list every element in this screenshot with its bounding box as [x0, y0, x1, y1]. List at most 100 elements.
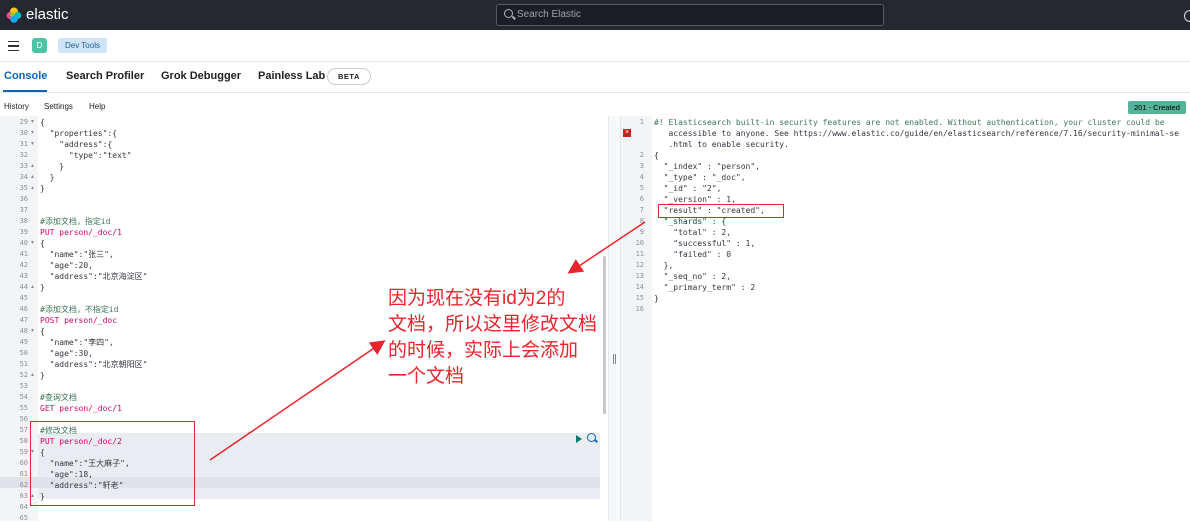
- code-line[interactable]: "name":"张三",: [40, 249, 114, 260]
- line-number: 56: [19, 415, 28, 423]
- code-line[interactable]: }: [40, 172, 55, 183]
- line-number: 45: [19, 294, 28, 302]
- line-number: 13: [635, 272, 644, 280]
- line-number: 63: [19, 492, 28, 500]
- response-line: },: [654, 261, 674, 270]
- status-badge: 201 - Created: [1128, 101, 1186, 114]
- fold-toggle-icon[interactable]: ▴: [31, 161, 34, 172]
- line-number: 65: [19, 514, 28, 522]
- response-line: "total" : 2,: [654, 228, 732, 237]
- code-line[interactable]: }: [40, 370, 45, 381]
- line-number: 10: [635, 239, 644, 247]
- code-line[interactable]: }: [40, 161, 64, 172]
- line-number: 2: [639, 151, 644, 159]
- response-line: .html to enable security.: [654, 140, 789, 149]
- space-avatar[interactable]: D: [32, 38, 47, 53]
- line-number: 53: [19, 382, 28, 390]
- line-number: 35: [19, 184, 28, 192]
- code-line[interactable]: "properties":{: [40, 128, 117, 139]
- line-number: 40: [19, 239, 28, 247]
- line-number: 36: [19, 195, 28, 203]
- menu-icon[interactable]: [8, 41, 19, 51]
- response-line: "_index" : "person",: [654, 162, 760, 171]
- line-number: 34: [19, 173, 28, 181]
- line-number: 49: [19, 338, 28, 346]
- fold-toggle-icon[interactable]: ▴: [31, 370, 34, 381]
- code-line[interactable]: "age":20,: [40, 260, 93, 271]
- tab-search-profiler[interactable]: Search Profiler: [66, 70, 144, 82]
- response-line: "failed" : 0: [654, 250, 732, 259]
- help-menu-icon[interactable]: [1184, 10, 1190, 22]
- brand-name[interactable]: elastic: [26, 6, 69, 23]
- line-number: 1: [639, 118, 644, 126]
- fold-toggle-icon[interactable]: ▾: [31, 117, 34, 128]
- code-line[interactable]: "age":30,: [40, 348, 93, 359]
- line-number: 46: [19, 305, 28, 313]
- response-line: }: [654, 294, 659, 303]
- fold-toggle-icon[interactable]: ▴: [31, 183, 34, 194]
- fold-toggle-icon[interactable]: ▾: [31, 238, 34, 249]
- code-line[interactable]: "address":"北京朝阳区": [40, 359, 148, 370]
- tab-painless-lab[interactable]: Painless Lab: [258, 70, 325, 82]
- line-number: 60: [19, 459, 28, 467]
- fold-toggle-icon[interactable]: ▴: [31, 282, 34, 293]
- elastic-logo-icon[interactable]: [6, 7, 22, 23]
- line-number: 9: [639, 228, 644, 236]
- code-line[interactable]: #查询文档: [40, 392, 77, 403]
- line-number: 47: [19, 316, 28, 324]
- code-line[interactable]: {: [40, 238, 45, 249]
- settings-link[interactable]: Settings: [44, 102, 73, 111]
- run-request-icon[interactable]: [576, 435, 582, 443]
- search-placeholder: Search Elastic: [517, 9, 581, 20]
- line-number: 50: [19, 349, 28, 357]
- code-line[interactable]: }: [40, 183, 45, 194]
- line-number: 42: [19, 261, 28, 269]
- tab-grok-debugger[interactable]: Grok Debugger: [161, 70, 241, 82]
- code-line[interactable]: {: [40, 326, 45, 337]
- request-highlight-box: [30, 421, 195, 506]
- annotation-line: 的时候，实际上会添加: [388, 340, 579, 361]
- annotation-line: 因为现在没有id为2的: [388, 288, 566, 309]
- code-line[interactable]: POST person/_doc: [40, 315, 117, 326]
- line-number: 58: [19, 437, 28, 445]
- response-line: "_primary_term" : 2: [654, 283, 756, 292]
- code-line[interactable]: }: [40, 282, 45, 293]
- history-link[interactable]: History: [4, 102, 29, 111]
- line-number: 54: [19, 393, 28, 401]
- search-icon: [504, 9, 513, 18]
- code-line[interactable]: "address":{: [40, 139, 112, 150]
- line-number: 32: [19, 151, 28, 159]
- fold-toggle-icon[interactable]: ▾: [31, 326, 34, 337]
- code-line[interactable]: "name":"李四",: [40, 337, 114, 348]
- line-number: 39: [19, 228, 28, 236]
- line-number: 64: [19, 503, 28, 511]
- line-number: 61: [19, 470, 28, 478]
- response-line: "_id" : "2",: [654, 184, 722, 193]
- line-number: 29: [19, 118, 28, 126]
- code-line[interactable]: #添加文档，指定id: [40, 216, 110, 227]
- help-link[interactable]: Help: [89, 102, 105, 111]
- annotation-line: 一个文档: [388, 366, 465, 387]
- code-line[interactable]: {: [40, 117, 45, 128]
- code-line[interactable]: GET person/_doc/1: [40, 403, 122, 414]
- code-line[interactable]: #添加文档，不指定id: [40, 304, 118, 315]
- breadcrumb-bar: [0, 30, 1190, 62]
- line-number: 48: [19, 327, 28, 335]
- line-number: 4: [639, 173, 644, 181]
- code-line[interactable]: PUT person/_doc/1: [40, 227, 122, 238]
- response-line: "successful" : 1,: [654, 239, 756, 248]
- tab-console[interactable]: Console: [4, 70, 47, 82]
- fold-toggle-icon[interactable]: ▴: [31, 172, 34, 183]
- response-line: accessible to anyone. See https://www.el…: [654, 129, 1179, 138]
- response-line: #! Elasticsearch built-in security featu…: [654, 118, 1165, 127]
- code-line[interactable]: "type":"text": [40, 150, 132, 161]
- beta-badge: BETA: [327, 68, 371, 85]
- line-number: 30: [19, 129, 28, 137]
- code-line[interactable]: "address":"北京海淀区": [40, 271, 148, 282]
- line-number: 11: [635, 250, 644, 258]
- fold-toggle-icon[interactable]: ▾: [31, 139, 34, 150]
- fold-toggle-icon[interactable]: ▾: [31, 128, 34, 139]
- line-number: 5: [639, 184, 644, 192]
- request-options-icon[interactable]: [587, 433, 596, 442]
- breadcrumb[interactable]: Dev Tools: [58, 38, 107, 53]
